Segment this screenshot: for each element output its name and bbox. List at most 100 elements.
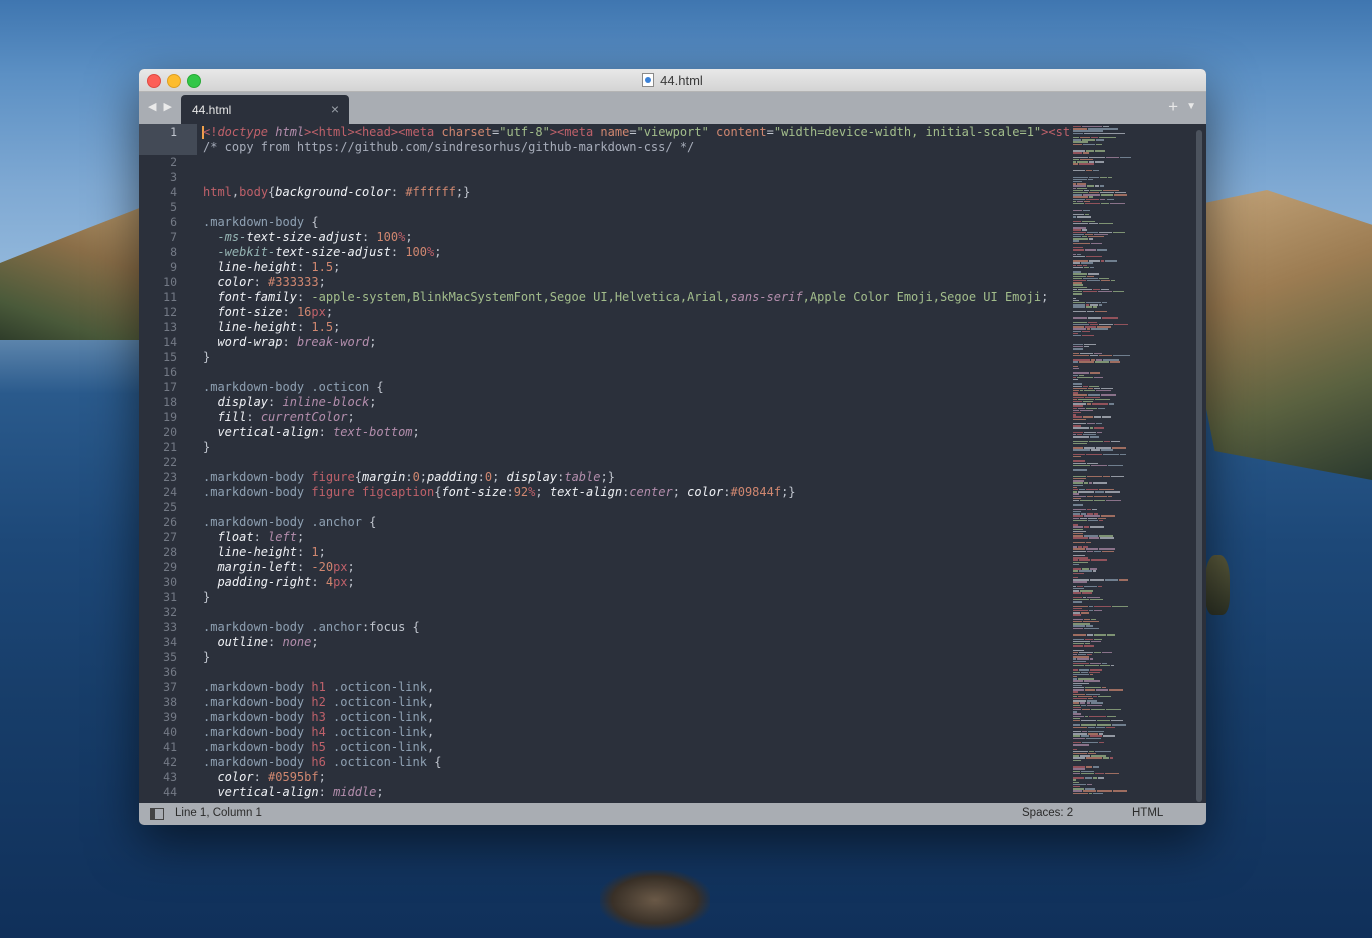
minimap-line — [1106, 198, 1114, 200]
minimap-line — [1098, 407, 1105, 409]
minimap-line — [1073, 137, 1079, 139]
minimap-line — [1073, 524, 1078, 526]
minimap-line — [1093, 634, 1106, 636]
add-tab-icon[interactable]: + — [1168, 97, 1178, 117]
minimap-line — [1091, 328, 1109, 330]
minimap-line — [1113, 231, 1125, 233]
minimap-line — [1089, 610, 1094, 612]
code-view[interactable]: <!doctype html><html><head><meta charset… — [197, 124, 1071, 803]
minimap-line — [1073, 781, 1079, 783]
minimap-line — [1073, 662, 1089, 665]
minimap-line — [1081, 262, 1093, 264]
minimap-line — [1073, 185, 1087, 187]
minimap-line — [1073, 530, 1086, 533]
title-bar[interactable]: 44.html — [139, 69, 1206, 92]
minimap-line — [1073, 361, 1078, 363]
minimap-line — [1088, 792, 1092, 794]
minimap-line — [1089, 735, 1103, 737]
tab-close-icon[interactable]: × — [331, 101, 339, 117]
minimap-line — [1087, 596, 1100, 599]
minimap-line — [1093, 387, 1101, 390]
minimap-line — [1100, 194, 1113, 196]
vertical-scrollbar[interactable] — [1196, 130, 1202, 802]
minimap-line — [1083, 535, 1098, 537]
minimap-line — [1073, 783, 1086, 786]
minimap-line — [1108, 464, 1124, 467]
minimap-line — [1090, 640, 1102, 643]
minimap-line — [1109, 689, 1124, 691]
minimap-line — [1073, 414, 1077, 416]
minimap-line — [1073, 196, 1089, 198]
minimap-line — [1097, 790, 1112, 792]
minimap-line — [1073, 385, 1082, 387]
minimap-line — [1073, 792, 1088, 794]
line-number: 26 — [163, 515, 177, 529]
minimap-line — [1082, 143, 1095, 145]
line-number: 31 — [163, 590, 177, 604]
minimap-line — [1073, 236, 1082, 238]
minimap-line — [1094, 361, 1109, 363]
minimap-line — [1083, 434, 1096, 436]
minimap-line — [1073, 700, 1087, 702]
minimap-line — [1073, 324, 1090, 326]
line-number: 37 — [163, 680, 177, 694]
minimap-line — [1073, 533, 1083, 535]
minimap-line — [1073, 678, 1077, 680]
minimap-line — [1088, 321, 1097, 324]
minimap-line — [1077, 161, 1089, 163]
minimap-line — [1073, 711, 1078, 713]
editor-area[interactable]: 1 2 3 4 5 6 7 8 9 10 11 12 13 14 15 16 17 18 19 20 21 22 23 24 2… — [139, 124, 1206, 803]
minimap-line — [1080, 755, 1091, 757]
minimap-line — [1083, 385, 1089, 387]
maximize-window-button[interactable] — [187, 74, 201, 88]
minimap-line — [1089, 673, 1094, 676]
minimap-line — [1103, 440, 1110, 442]
minimap-line — [1073, 260, 1088, 262]
minimap-line — [1073, 656, 1089, 658]
minimap-line — [1096, 326, 1111, 328]
minimap[interactable] — [1071, 124, 1195, 803]
minimap-line — [1077, 253, 1082, 255]
minimap-line — [1099, 537, 1114, 539]
minimap-line — [1083, 447, 1095, 449]
minimap-line — [1097, 431, 1102, 434]
minimap-line — [1096, 689, 1109, 691]
minimap-line — [1083, 277, 1099, 280]
minimap-line — [1107, 715, 1116, 717]
minimap-line — [1073, 418, 1086, 420]
indentation-setting[interactable]: Spaces: 2 — [1022, 807, 1073, 819]
tab-menu-icon[interactable]: ▼ — [1186, 101, 1196, 112]
minimap-line — [1073, 392, 1078, 394]
minimap-line — [1097, 249, 1108, 251]
minimap-line — [1073, 427, 1089, 429]
minimap-line — [1083, 596, 1087, 599]
panel-toggle-icon[interactable] — [150, 808, 164, 820]
minimap-line — [1084, 343, 1096, 346]
minimap-line — [1080, 612, 1090, 614]
minimize-window-button[interactable] — [167, 74, 181, 88]
minimap-line — [1073, 299, 1080, 302]
minimap-line — [1100, 288, 1109, 291]
nav-arrows-icon[interactable]: ◀ ▶ — [148, 100, 174, 113]
minimap-line — [1073, 220, 1081, 222]
line-number: 41 — [163, 740, 177, 754]
syntax-selector[interactable]: HTML — [1132, 807, 1163, 819]
minimap-line — [1073, 680, 1083, 682]
minimap-line — [1073, 596, 1083, 599]
minimap-line — [1073, 405, 1083, 407]
minimap-line — [1084, 431, 1097, 434]
minimap-line — [1084, 346, 1090, 348]
minimap-line — [1101, 515, 1116, 517]
minimap-line — [1120, 453, 1127, 456]
minimap-line — [1073, 447, 1083, 449]
minimap-line — [1100, 280, 1111, 282]
minimap-line — [1109, 403, 1115, 405]
minimap-line — [1073, 431, 1084, 434]
close-window-button[interactable] — [147, 74, 161, 88]
tab-44-html[interactable]: 44.html × — [181, 95, 349, 124]
minimap-line — [1073, 460, 1086, 462]
minimap-line — [1095, 447, 1111, 449]
minimap-line — [1073, 753, 1087, 755]
minimap-line — [1086, 634, 1093, 636]
minimap-line — [1073, 238, 1089, 240]
